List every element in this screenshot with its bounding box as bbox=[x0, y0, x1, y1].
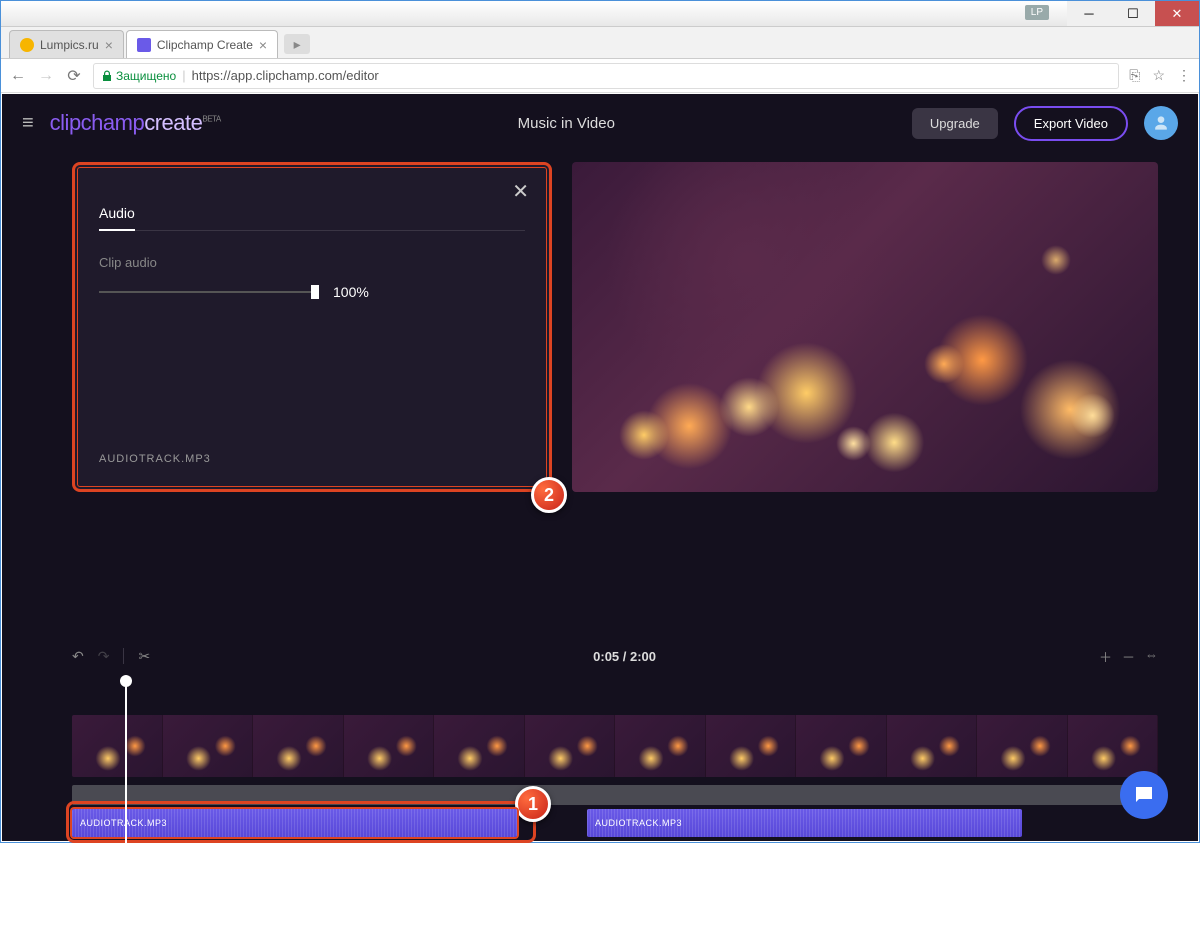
close-panel-icon[interactable]: ✕ bbox=[512, 179, 529, 204]
playhead-row[interactable] bbox=[72, 675, 1158, 695]
audio-clip-selected[interactable]: AUDIOTRACK.MP3 bbox=[72, 809, 517, 837]
new-tab-button[interactable]: ▸ bbox=[284, 34, 310, 54]
favicon-icon bbox=[20, 38, 34, 52]
minimize-button[interactable]: ─ bbox=[1067, 1, 1111, 26]
volume-slider-row: 100% bbox=[99, 284, 525, 300]
browser-tab-active[interactable]: Clipchamp Create × bbox=[126, 30, 278, 58]
slider-thumb[interactable] bbox=[311, 285, 319, 299]
logo: clipchampcreateBETA bbox=[50, 110, 221, 136]
url-text: https://app.clipchamp.com/editor bbox=[192, 68, 379, 83]
tab-title: Lumpics.ru bbox=[40, 38, 99, 52]
playhead-line bbox=[125, 685, 127, 925]
timeline-toolbar: ↶ ↷ ✂ 0:05 / 2:00 ＋ － ⇔ bbox=[72, 641, 1158, 671]
browser-window: LP ─ ☐ ✕ Lumpics.ru × Clipchamp Create ×… bbox=[0, 0, 1200, 843]
undo-icon[interactable]: ↶ bbox=[72, 648, 84, 665]
audio-clip-label: AUDIOTRACK.MP3 bbox=[595, 818, 682, 828]
back-button[interactable]: ← bbox=[9, 67, 27, 85]
volume-value: 100% bbox=[333, 284, 369, 300]
volume-slider[interactable] bbox=[99, 291, 319, 293]
project-title[interactable]: Music in Video bbox=[237, 115, 896, 132]
user-badge: LP bbox=[1025, 5, 1049, 20]
upgrade-button[interactable]: Upgrade bbox=[912, 108, 998, 139]
video-thumbnail bbox=[977, 715, 1068, 777]
annotation-badge-2: 2 bbox=[531, 477, 567, 513]
video-thumbnail bbox=[796, 715, 887, 777]
close-tab-icon[interactable]: × bbox=[259, 37, 267, 53]
menu-icon[interactable]: ⋮ bbox=[1177, 67, 1191, 84]
secure-lock-icon: Защищено bbox=[102, 69, 176, 83]
zoom-in-icon[interactable]: ＋ bbox=[1099, 647, 1112, 666]
audio-properties-panel: ✕ Audio Clip audio 100% AUDIOTRACK.MP3 2 bbox=[72, 162, 552, 492]
person-icon bbox=[1151, 113, 1171, 133]
video-thumbnail bbox=[1068, 715, 1159, 777]
video-thumbnail bbox=[72, 715, 163, 777]
close-window-button[interactable]: ✕ bbox=[1155, 1, 1199, 26]
favicon-icon bbox=[137, 38, 151, 52]
browser-tab[interactable]: Lumpics.ru × bbox=[9, 30, 124, 58]
reload-button[interactable]: ⟳ bbox=[65, 66, 83, 86]
video-thumbnail bbox=[706, 715, 797, 777]
video-thumbnail bbox=[887, 715, 978, 777]
annotation-badge-1: 1 bbox=[515, 786, 551, 822]
help-chat-button[interactable] bbox=[1120, 771, 1168, 819]
clip-audio-label: Clip audio bbox=[99, 255, 525, 270]
workspace: ✕ Audio Clip audio 100% AUDIOTRACK.MP3 2 bbox=[2, 152, 1198, 627]
video-thumbnail bbox=[163, 715, 254, 777]
video-thumbnail bbox=[434, 715, 525, 777]
video-thumbnail bbox=[253, 715, 344, 777]
audio-clip[interactable]: AUDIOTRACK.MP3 bbox=[587, 809, 1022, 837]
app-header: ≡ clipchampcreateBETA Music in Video Upg… bbox=[2, 94, 1198, 152]
user-avatar[interactable] bbox=[1144, 106, 1178, 140]
translate-icon[interactable]: ⎘ bbox=[1129, 67, 1140, 84]
forward-button[interactable]: → bbox=[37, 67, 55, 85]
zoom-out-icon[interactable]: － bbox=[1122, 647, 1135, 666]
zoom-fit-icon[interactable]: ⇔ bbox=[1145, 647, 1158, 666]
url-input[interactable]: Защищено | https://app.clipchamp.com/edi… bbox=[93, 63, 1119, 89]
audio-filename-label: AUDIOTRACK.MP3 bbox=[99, 453, 211, 465]
timeline-zoom-controls: ＋ － ⇔ bbox=[1099, 647, 1158, 666]
window-titlebar: LP ─ ☐ ✕ bbox=[1, 1, 1199, 27]
hamburger-menu-icon[interactable]: ≡ bbox=[22, 112, 34, 135]
clipchamp-app: ≡ clipchampcreateBETA Music in Video Upg… bbox=[2, 94, 1198, 841]
addressbar-actions: ⎘ ☆ ⋮ bbox=[1129, 67, 1191, 84]
chat-icon bbox=[1132, 783, 1156, 807]
redo-icon[interactable]: ↷ bbox=[98, 648, 110, 665]
audio-track-row: 1 AUDIOTRACK.MP3 AUDIOTRACK.MP3 bbox=[72, 809, 1158, 841]
maximize-button[interactable]: ☐ bbox=[1111, 1, 1155, 26]
video-thumbnail bbox=[344, 715, 435, 777]
export-video-button[interactable]: Export Video bbox=[1014, 106, 1128, 141]
video-track[interactable] bbox=[72, 715, 1158, 777]
audio-clip-label: AUDIOTRACK.MP3 bbox=[80, 818, 167, 828]
timeline-section: ↶ ↷ ✂ 0:05 / 2:00 ＋ － ⇔ bbox=[2, 627, 1198, 841]
panel-tab-audio[interactable]: Audio bbox=[99, 205, 135, 231]
video-thumbnail bbox=[525, 715, 616, 777]
tab-title: Clipchamp Create bbox=[157, 38, 253, 52]
window-controls: ─ ☐ ✕ bbox=[1067, 1, 1199, 26]
address-bar: ← → ⟳ Защищено | https://app.clipchamp.c… bbox=[1, 59, 1199, 93]
bookmark-icon[interactable]: ☆ bbox=[1152, 67, 1165, 84]
video-preview[interactable] bbox=[572, 162, 1158, 492]
timeline-time-display: 0:05 / 2:00 bbox=[164, 649, 1085, 664]
browser-tab-strip: Lumpics.ru × Clipchamp Create × ▸ bbox=[1, 27, 1199, 59]
scissors-icon[interactable]: ✂ bbox=[138, 648, 150, 665]
video-thumbnail bbox=[615, 715, 706, 777]
close-tab-icon[interactable]: × bbox=[105, 37, 113, 53]
